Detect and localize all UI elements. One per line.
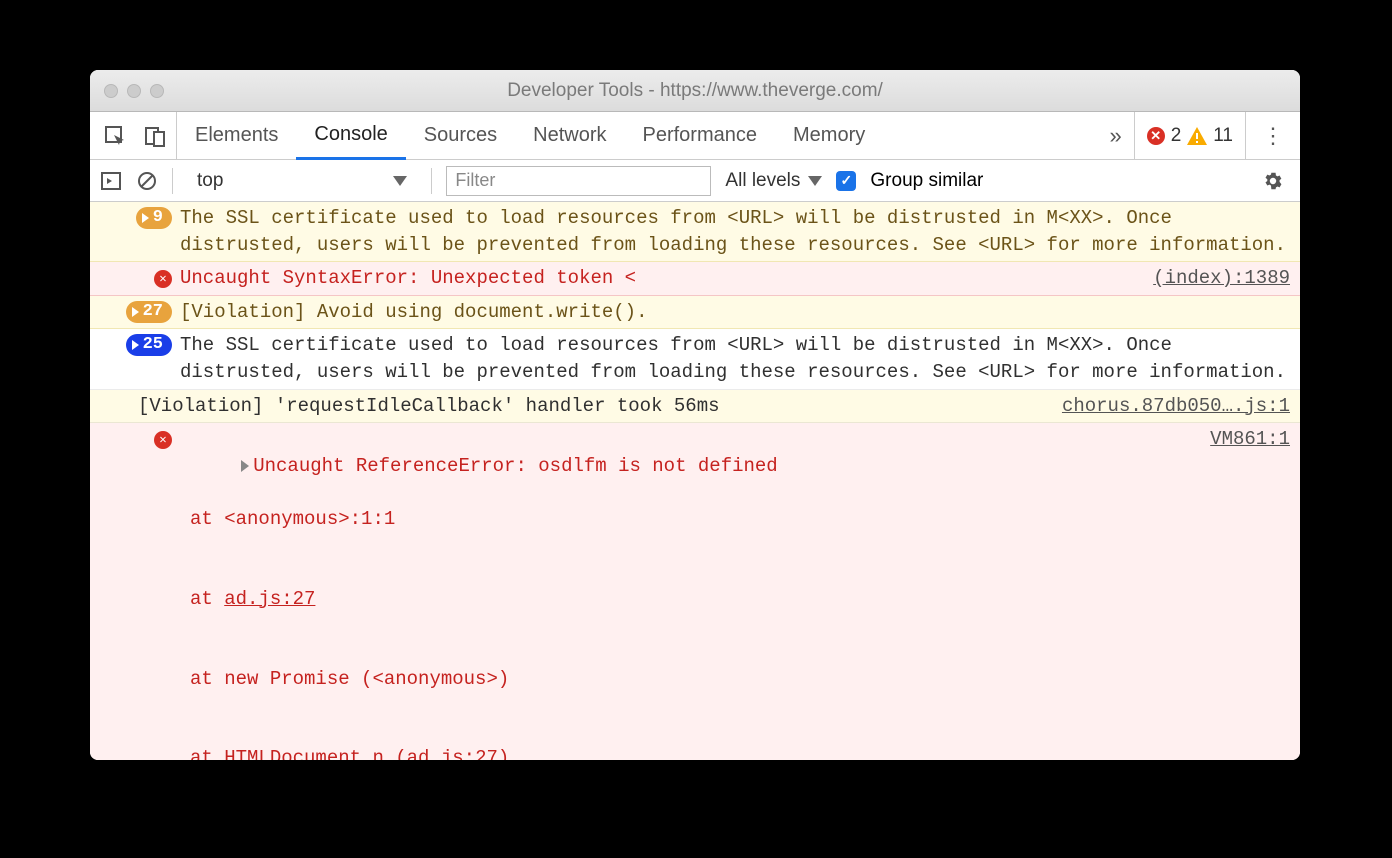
console-message[interactable]: 25 The SSL certificate used to load reso… <box>90 329 1300 389</box>
tab-network[interactable]: Network <box>515 112 624 159</box>
panel-tabbar: Elements Console Sources Network Perform… <box>90 112 1300 160</box>
console-toolbar: top All levels ✓ Group similar <box>90 160 1300 202</box>
device-toolbar-icon[interactable] <box>144 125 166 147</box>
context-label: top <box>197 170 223 192</box>
tab-elements[interactable]: Elements <box>177 112 296 159</box>
titlebar: Developer Tools - https://www.theverge.c… <box>90 70 1300 112</box>
chevron-down-icon <box>393 176 407 186</box>
status-badges[interactable]: ✕ 2 11 <box>1134 112 1245 159</box>
close-button[interactable] <box>104 84 118 98</box>
message-count-pill[interactable]: 25 <box>126 334 172 356</box>
error-icon: ✕ <box>1147 127 1165 145</box>
tabs-overflow-button[interactable]: » <box>1097 123 1133 149</box>
levels-label: All levels <box>725 170 800 192</box>
console-message[interactable]: ✕ Uncaught ReferenceError: osdlfm is not… <box>90 423 1300 760</box>
message-source-link[interactable]: chorus.87db050….js:1 <box>1050 393 1290 420</box>
devtools-window: Developer Tools - https://www.theverge.c… <box>90 70 1300 760</box>
zoom-button[interactable] <box>150 84 164 98</box>
group-similar-label: Group similar <box>870 170 983 192</box>
expand-icon[interactable] <box>241 460 249 472</box>
message-text: [Violation] 'requestIdleCallback' handle… <box>138 393 1050 420</box>
chevron-down-icon <box>808 176 822 186</box>
message-text: The SSL certificate used to load resourc… <box>180 205 1290 258</box>
message-text: The SSL certificate used to load resourc… <box>180 332 1290 385</box>
tab-sources[interactable]: Sources <box>406 112 515 159</box>
console-message[interactable]: [Violation] 'requestIdleCallback' handle… <box>90 390 1300 424</box>
filter-input[interactable] <box>446 166 711 196</box>
panel-tabs: Elements Console Sources Network Perform… <box>177 112 883 159</box>
console-messages[interactable]: 9 The SSL certificate used to load resou… <box>90 202 1300 760</box>
warning-count: 11 <box>1213 125 1233 147</box>
message-source-link[interactable]: (index):1389 <box>1141 265 1290 292</box>
message-text: [Violation] Avoid using document.write()… <box>180 299 1290 326</box>
stack-link[interactable]: ad.js:27 <box>224 588 315 610</box>
window-controls <box>104 84 164 98</box>
more-options-icon[interactable]: ⋮ <box>1245 112 1300 159</box>
console-message[interactable]: ✕ Uncaught SyntaxError: Unexpected token… <box>90 262 1300 296</box>
console-settings-icon[interactable] <box>1262 170 1290 192</box>
group-similar-checkbox[interactable]: ✓ <box>836 171 856 191</box>
message-count-pill[interactable]: 27 <box>126 301 172 323</box>
message-count-pill[interactable]: 9 <box>136 207 172 229</box>
tab-memory[interactable]: Memory <box>775 112 883 159</box>
log-levels-select[interactable]: All levels <box>725 170 822 192</box>
error-icon: ✕ <box>154 270 172 288</box>
expand-icon <box>132 340 139 350</box>
clear-console-icon[interactable] <box>136 170 158 192</box>
warning-icon <box>1187 127 1207 145</box>
message-source-link[interactable]: VM861:1 <box>1198 426 1290 453</box>
message-text: Uncaught SyntaxError: Unexpected token < <box>180 265 1141 292</box>
inspect-element-icon[interactable] <box>104 125 126 147</box>
window-title: Developer Tools - https://www.theverge.c… <box>90 80 1300 102</box>
console-message[interactable]: 27 [Violation] Avoid using document.writ… <box>90 296 1300 330</box>
error-count: 2 <box>1171 125 1182 147</box>
execution-context-select[interactable]: top <box>187 170 417 192</box>
toggle-sidebar-icon[interactable] <box>100 170 122 192</box>
minimize-button[interactable] <box>127 84 141 98</box>
tab-console[interactable]: Console <box>296 113 405 160</box>
expand-icon <box>142 213 149 223</box>
expand-icon <box>132 307 139 317</box>
message-text: Uncaught ReferenceError: osdlfm is not d… <box>253 455 778 477</box>
stack-link[interactable]: ad.js:27 <box>407 747 498 760</box>
tab-performance[interactable]: Performance <box>625 112 776 159</box>
console-message[interactable]: 9 The SSL certificate used to load resou… <box>90 202 1300 262</box>
